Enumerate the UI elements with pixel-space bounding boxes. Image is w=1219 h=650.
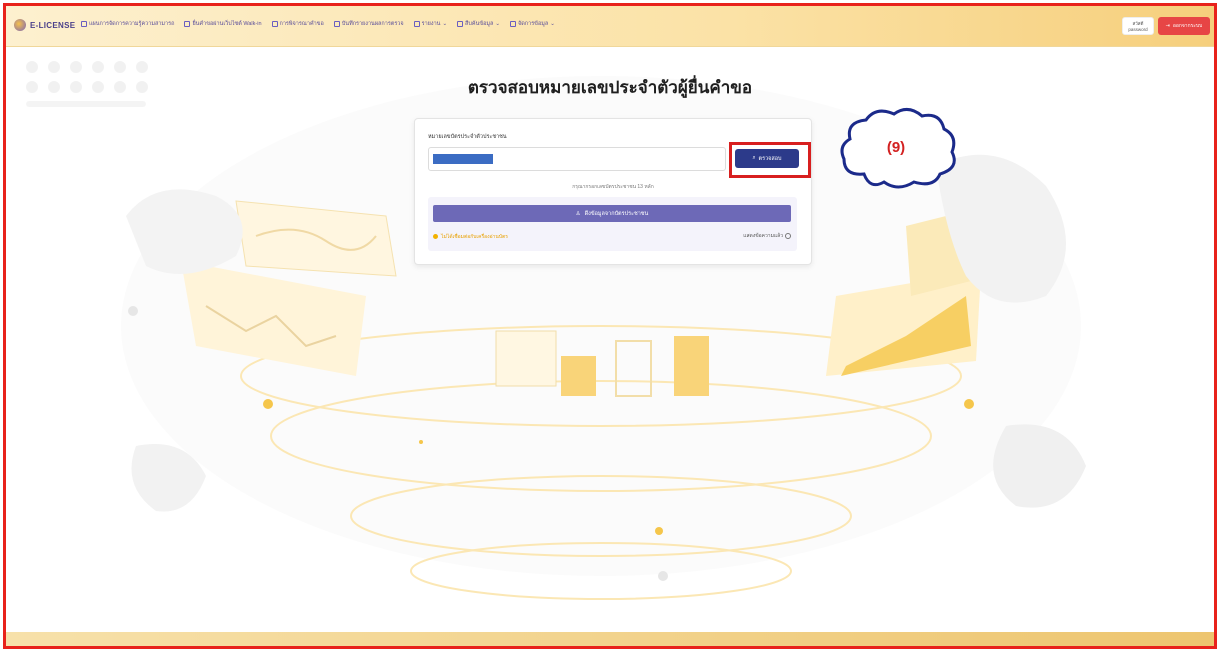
reader-status-detail[interactable]: แสดงข้อความแล้ว xyxy=(743,232,791,240)
id-field-label: หมายเลขบัตรประจำตัวประชาชน xyxy=(428,134,507,140)
top-navbar: E-LICENSE แผนการจัดการความรู้ความสามารถ … xyxy=(6,6,1214,47)
logo-text: E-LICENSE xyxy=(30,20,76,30)
user-menu-button[interactable]: สวัสดี password xyxy=(1122,17,1154,35)
status-dot-icon xyxy=(433,234,438,239)
main-menu: แผนการจัดการความรู้ความสามารถ ยื่นคำขอผ่… xyxy=(81,20,555,28)
read-id-card-button[interactable]: ♙ ดึงข้อมูลจากบัตรประชาชน xyxy=(433,205,791,222)
user-icon: ♙ xyxy=(575,210,581,217)
input-hint: กรุณากรอกเลขบัตรประชาชน 13 หลัก xyxy=(572,184,654,190)
reader-status-row: ไม่ได้เชื่อมต่อกับเครื่องอ่านบัตร แสดงข้… xyxy=(433,232,791,242)
logo-mark-icon xyxy=(14,19,26,31)
highlight-box xyxy=(729,142,811,178)
screenshot-frame: E-LICENSE แผนการจัดการความรู้ความสามารถ … xyxy=(3,3,1217,649)
menu-item-review[interactable]: การพิจารณาคำขอ xyxy=(271,20,324,28)
menu-item-manage-data[interactable]: จัดการข้อมูล ⌄ xyxy=(510,20,555,28)
chart-icon xyxy=(413,21,420,27)
logout-icon: ⇥ xyxy=(1165,23,1170,29)
menu-item-knowledge-plan[interactable]: แผนการจัดการความรู้ความสามารถ xyxy=(81,20,174,28)
menu-item-walkin[interactable]: ยื่นคำขอผ่านเว็บไซต์ Walk-in xyxy=(184,20,262,28)
gear-icon xyxy=(510,21,517,27)
id-check-card: หมายเลขบัตรประจำตัวประชาชน ⌕ ตรวจสอบ กรุ… xyxy=(414,118,812,265)
doc-icon xyxy=(271,21,278,27)
menu-item-reports[interactable]: รายงาน ⌄ xyxy=(413,20,447,28)
card-reader-panel: ♙ ดึงข้อมูลจากบัตรประชาชน ไม่ได้เชื่อมต่… xyxy=(428,197,797,251)
callout-step-label: (9) xyxy=(886,139,906,156)
menu-item-search[interactable]: สืบค้นข้อมูล ⌄ xyxy=(457,20,500,28)
clipboard-icon xyxy=(333,21,340,27)
page-title: ตรวจสอบหมายเลขประจำตัวผู้ยื่นคำขอ xyxy=(467,78,753,97)
menu-item-inspection-report[interactable]: บันทึกรายงานผลการตรวจ xyxy=(333,20,404,28)
id-number-value-redacted xyxy=(433,154,493,164)
info-icon xyxy=(785,233,791,239)
logout-button[interactable]: ⇥ ออกจากระบบ xyxy=(1158,17,1210,35)
grid-icon xyxy=(81,21,87,27)
app-logo[interactable]: E-LICENSE xyxy=(14,19,75,31)
search-icon xyxy=(457,21,464,27)
id-number-input[interactable] xyxy=(428,147,726,171)
footer-bar xyxy=(6,632,1214,646)
user-add-icon xyxy=(184,21,191,27)
reader-status-text: ไม่ได้เชื่อมต่อกับเครื่องอ่านบัตร xyxy=(441,234,508,240)
